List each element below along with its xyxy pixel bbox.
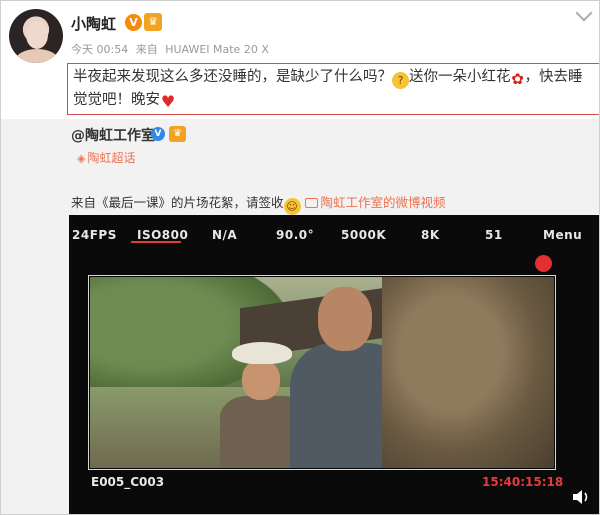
avatar-shoulder	[15, 49, 59, 63]
source-prefix: 来自	[135, 43, 158, 56]
username[interactable]: 小陶虹	[71, 13, 116, 34]
scene-rock	[382, 277, 554, 468]
hud-iso: ISO800	[137, 228, 189, 242]
post-text-segment: 半夜起来发现这么多还没睡的，是缺少了什么吗？	[73, 69, 392, 85]
post-text-segment: ，快去睡	[524, 69, 583, 85]
hud-fps: 24FPS	[72, 228, 117, 242]
weibo-post-card: 小陶虹 V ♛ 今天 00:54 来自 HUAWEI Mate 20 X 半夜起…	[0, 0, 600, 515]
video-scene	[90, 277, 554, 468]
video-player[interactable]: 24FPS ISO800 N/A 90.0° 5000K 8K 51 Menu	[69, 215, 599, 514]
video-link-icon	[304, 198, 318, 208]
hud-iso-underline	[131, 241, 181, 243]
avatar[interactable]	[9, 9, 63, 63]
crown-icon: ♛	[144, 13, 162, 31]
post-text-segment: 觉觉吧！晚安	[73, 92, 160, 108]
smile-emoji-icon: ☺	[283, 198, 301, 215]
crown-icon: ♛	[169, 126, 186, 142]
clip-id: E005_C003	[91, 475, 165, 489]
thinking-emoji-icon: ?	[392, 72, 409, 89]
verified-v-blue-icon: V	[151, 127, 165, 141]
hud-resolution: 8K	[421, 228, 440, 242]
video-link-label: 陶虹工作室的微博视频	[320, 195, 446, 210]
source-device[interactable]: HUAWEI Mate 20 X	[165, 43, 269, 56]
hud-wb: 5000K	[341, 228, 387, 242]
post-time[interactable]: 今天 00:54	[71, 43, 128, 56]
hud-menu: Menu	[543, 228, 583, 242]
supertopic-link[interactable]: ◈ 陶虹超话	[77, 149, 135, 166]
post-text-segment: 送你一朵小红花	[409, 69, 511, 85]
diamond-icon: ◈	[77, 152, 86, 165]
post-text-line-2: 觉觉吧！晚安♥	[73, 89, 595, 112]
timecode: 15:40:15:18	[482, 475, 564, 489]
video-link[interactable]: 陶虹工作室的微博视频	[304, 195, 446, 210]
origin-username[interactable]: @陶虹工作室	[71, 128, 155, 144]
record-indicator-icon	[535, 255, 552, 272]
avatar-face	[26, 21, 48, 49]
post-meta: 今天 00:54 来自 HUAWEI Mate 20 X	[71, 41, 273, 57]
origin-user-link[interactable]: @陶虹工作室	[71, 125, 155, 145]
repost-text-body: 来自《最后一课》的片场花絮，请签收	[71, 195, 284, 210]
volume-icon[interactable]	[572, 489, 592, 505]
hud-shutter: 90.0°	[276, 228, 315, 242]
post-text-highlight: 半夜起来发现这么多还没睡的，是缺少了什么吗？? 送你一朵小红花✿，快去睡 觉觉吧！…	[67, 63, 599, 115]
post-text-line-1: 半夜起来发现这么多还没睡的，是缺少了什么吗？? 送你一朵小红花✿，快去睡	[73, 66, 595, 89]
verified-v-icon: V	[125, 14, 142, 31]
hud-number: 51	[485, 228, 503, 242]
supertopic-label: 陶虹超话	[87, 151, 136, 165]
repost-text: 来自《最后一课》的片场花絮，请签收 ☺ 陶虹工作室的微博视频	[71, 192, 446, 215]
heart-emoji-icon: ♥	[160, 92, 176, 111]
hud-na: N/A	[212, 228, 238, 242]
chevron-down-icon[interactable]	[575, 4, 593, 22]
person-face	[242, 360, 280, 400]
flower-emoji-icon: ✿	[511, 70, 524, 88]
person-face	[318, 287, 372, 351]
person-hat	[232, 342, 292, 364]
